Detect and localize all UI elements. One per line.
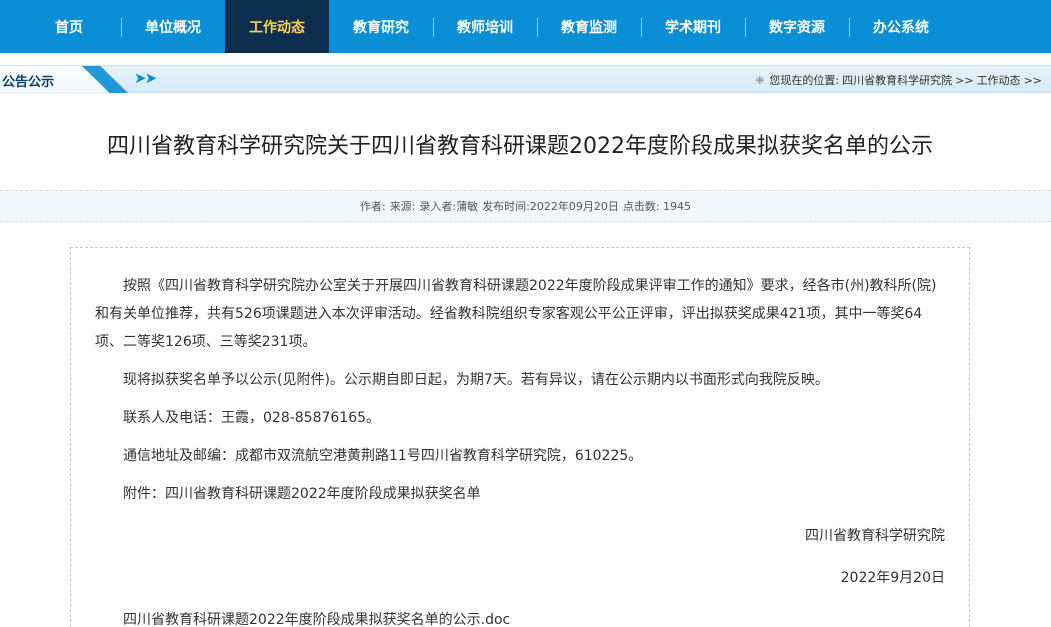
notice-tab-label: 公告公示 <box>2 75 55 90</box>
meta-published: 发布时间:2022年09月20日 <box>482 200 619 213</box>
signature-org: 四川省教育科学研究院 <box>805 528 945 544</box>
article-body: 按照《四川省教育科学研究院办公室关于开展四川省教育科研课题2022年度阶段成果评… <box>70 247 970 627</box>
attachment-link[interactable]: 四川省教育科研课题2022年度阶段成果拟获奖名单的公示.doc <box>95 606 945 627</box>
nav-item-education-research[interactable]: 教育研究 <box>329 0 433 53</box>
nav-item-about[interactable]: 单位概况 <box>121 0 225 53</box>
nav-item-education-monitoring[interactable]: 教育监测 <box>537 0 641 53</box>
breadcrumb-separator: >> <box>955 73 974 87</box>
nav-item-teacher-training[interactable]: 教师培训 <box>433 0 537 53</box>
nav-item-journals[interactable]: 学术期刊 <box>641 0 745 53</box>
paragraph: 联系人及电话：王霞，028-85876165。 <box>123 410 381 426</box>
main-nav: 首页 单位概况 工作动态 教育研究 教师培训 教育监测 学术期刊 数字资源 办公… <box>0 0 1051 53</box>
meta-author: 作者: <box>359 200 386 213</box>
meta-source: 来源: <box>389 200 416 213</box>
nav-item-office-system[interactable]: 办公系统 <box>849 0 953 53</box>
paragraph: 现将拟获奖名单予以公示(见附件)。公示期自即日起，为期7天。若有异议，请在公示期… <box>123 372 829 388</box>
meta-entered-by: 录入者:蒲敏 <box>419 200 479 213</box>
notice-bar: 公告公示 ➤➤ ⁜ 您现在的位置: 四川省教育科学研究院 >> 工作动态 >> <box>0 65 1051 94</box>
breadcrumb-link-work-news[interactable]: 工作动态 <box>977 72 1021 88</box>
signature-date: 2022年9月20日 <box>840 570 945 586</box>
location-icon: ⁜ <box>755 73 765 87</box>
meta-clicks: 点击数: 1945 <box>622 200 692 213</box>
breadcrumb-separator: >> <box>1023 73 1042 87</box>
article-meta: 作者: 来源: 录入者:蒲敏 发布时间:2022年09月20日 点击数: 194… <box>0 190 1051 222</box>
nav-item-digital-resources[interactable]: 数字资源 <box>745 0 849 53</box>
breadcrumb-link-home[interactable]: 四川省教育科学研究院 <box>842 72 952 88</box>
nav-item-work-news[interactable]: 工作动态 <box>225 0 329 53</box>
paragraph: 按照《四川省教育科学研究院办公室关于开展四川省教育科研课题2022年度阶段成果评… <box>95 278 937 350</box>
double-arrow-icon: ➤➤ <box>134 69 157 87</box>
article-title: 四川省教育科学研究院关于四川省教育科研课题2022年度阶段成果拟获奖名单的公示 <box>107 134 933 159</box>
nav-item-home[interactable]: 首页 <box>17 0 121 53</box>
breadcrumb-prefix: 您现在的位置: <box>769 74 840 87</box>
paragraph: 通信地址及邮编：成都市双流航空港黄荆路11号四川省教育科学研究院，610225。 <box>123 448 643 464</box>
nav-spacer <box>0 53 1051 65</box>
breadcrumb: ⁜ 您现在的位置: 四川省教育科学研究院 >> 工作动态 >> <box>755 72 1045 88</box>
paragraph: 附件：四川省教育科研课题2022年度阶段成果拟获奖名单 <box>123 486 481 502</box>
